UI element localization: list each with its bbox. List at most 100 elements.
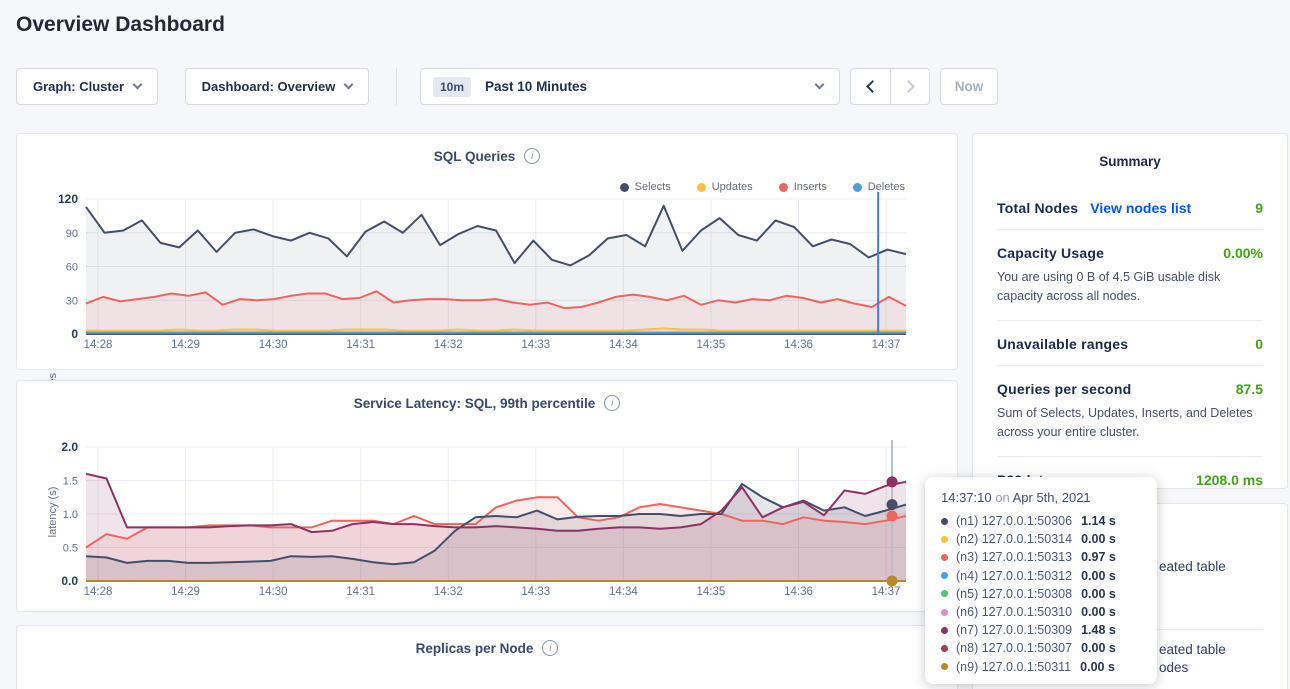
graph-selector-dropdown[interactable]: Graph: Cluster bbox=[16, 68, 158, 105]
svg-text:14:36: 14:36 bbox=[784, 586, 813, 598]
node-latency-value: 0.00 s bbox=[1081, 641, 1116, 655]
node-address: (n1) 127.0.0.1:50306 bbox=[956, 514, 1072, 528]
summary-row-total-nodes: Total Nodes View nodes list 9 bbox=[997, 185, 1263, 229]
svg-text:14:34: 14:34 bbox=[609, 339, 638, 351]
tooltip-node-row: (n7) 127.0.0.1:503091.48 s bbox=[941, 621, 1141, 639]
chevron-right-icon bbox=[902, 80, 915, 93]
summary-label: Total Nodes bbox=[997, 200, 1078, 216]
node-series-dot-icon bbox=[941, 590, 948, 597]
tooltip-node-row: (n8) 127.0.0.1:50307 0.00 s bbox=[941, 639, 1141, 657]
svg-text:2.0: 2.0 bbox=[61, 440, 78, 454]
dashboard-selector-dropdown[interactable]: Dashboard: Overview bbox=[185, 68, 369, 105]
replicas-per-node-card: Replicas per Node i bbox=[16, 625, 958, 689]
summary-row-capacity-usage: Capacity Usage 0.00% You are using 0 B o… bbox=[997, 229, 1263, 320]
svg-text:14:35: 14:35 bbox=[697, 586, 726, 598]
svg-text:14:33: 14:33 bbox=[521, 586, 550, 598]
summary-value: 87.5 bbox=[1236, 381, 1263, 397]
info-icon[interactable]: i bbox=[524, 148, 540, 164]
svg-text:14:37: 14:37 bbox=[872, 339, 901, 351]
tooltip-node-row: (n6) 127.0.0.1:503100.00 s bbox=[941, 603, 1141, 621]
service-latency-card: Service Latency: SQL, 99th percentile i … bbox=[16, 380, 958, 612]
node-series-dot-icon bbox=[941, 663, 948, 670]
summary-label: Queries per second bbox=[997, 381, 1131, 397]
tooltip-node-row: (n3) 127.0.0.1:50313 0.97 s bbox=[941, 548, 1141, 566]
node-series-dot-icon bbox=[941, 554, 948, 561]
node-address: (n4) 127.0.0.1:50312 bbox=[956, 569, 1072, 583]
svg-text:14:35: 14:35 bbox=[697, 339, 726, 351]
summary-row-unavailable-ranges: Unavailable ranges 0 bbox=[997, 320, 1263, 365]
node-latency-value: 0.00 s bbox=[1080, 660, 1115, 674]
node-series-dot-icon bbox=[941, 609, 948, 616]
sql-queries-chart[interactable]: 030609012014:2814:2914:3014:3114:3214:33… bbox=[25, 191, 945, 363]
sql-queries-card: SQL Queries i SelectsUpdatesInsertsDelet… bbox=[16, 133, 958, 370]
svg-text:90: 90 bbox=[66, 228, 78, 240]
dashboard-selector-label: Dashboard: Overview bbox=[202, 79, 336, 94]
svg-text:0.5: 0.5 bbox=[63, 543, 78, 555]
node-address: (n8) 127.0.0.1:50307 bbox=[956, 641, 1072, 655]
chevron-down-icon bbox=[133, 80, 143, 90]
chevron-down-icon bbox=[815, 80, 825, 90]
svg-text:1.0: 1.0 bbox=[63, 509, 78, 521]
info-icon[interactable]: i bbox=[604, 395, 620, 411]
svg-text:14:29: 14:29 bbox=[171, 339, 200, 351]
tooltip-node-row: (n5) 127.0.0.1:50308 0.00 s bbox=[941, 585, 1141, 603]
info-icon[interactable]: i bbox=[542, 640, 558, 656]
node-latency-value: 0.00 s bbox=[1081, 569, 1116, 583]
chevron-down-icon bbox=[344, 80, 354, 90]
svg-text:120: 120 bbox=[58, 192, 78, 206]
chart-title: Service Latency: SQL, 99th percentile bbox=[354, 396, 596, 411]
tooltip-node-row: (n9) 127.0.0.1:503110.00 s bbox=[941, 658, 1141, 676]
node-address: (n3) 127.0.0.1:50313 bbox=[956, 550, 1072, 564]
tooltip-timestamp: 14:37:10 on Apr 5th, 2021 bbox=[941, 490, 1141, 505]
svg-text:14:28: 14:28 bbox=[84, 339, 113, 351]
summary-value: 0 bbox=[1255, 336, 1263, 352]
node-series-dot-icon bbox=[941, 627, 948, 634]
chart-hover-tooltip: 14:37:10 on Apr 5th, 2021 (n1) 127.0.0.1… bbox=[925, 477, 1157, 684]
summary-value: 0.00% bbox=[1223, 245, 1263, 261]
time-prev-button[interactable] bbox=[851, 69, 890, 104]
chevron-left-icon bbox=[866, 80, 879, 93]
toolbar-divider bbox=[396, 68, 397, 105]
node-latency-value: 0.00 s bbox=[1081, 532, 1116, 546]
now-button[interactable]: Now bbox=[940, 68, 998, 105]
svg-text:14:32: 14:32 bbox=[434, 586, 463, 598]
summary-row-queries-per-second: Queries per second 87.5 Sum of Selects, … bbox=[997, 365, 1263, 456]
tooltip-node-row: (n1) 127.0.0.1:503061.14 s bbox=[941, 512, 1141, 530]
svg-text:14:36: 14:36 bbox=[784, 339, 813, 351]
view-nodes-list-link[interactable]: View nodes list bbox=[1090, 200, 1191, 216]
svg-text:0.0: 0.0 bbox=[61, 574, 78, 588]
svg-text:14:31: 14:31 bbox=[346, 339, 375, 351]
node-latency-value: 1.48 s bbox=[1081, 623, 1116, 637]
svg-text:14:30: 14:30 bbox=[259, 586, 288, 598]
service-latency-chart[interactable]: 0.00.51.01.52.014:2814:2914:3014:3114:32… bbox=[25, 433, 945, 608]
node-latency-value: 0.00 s bbox=[1081, 605, 1116, 619]
svg-text:60: 60 bbox=[66, 262, 78, 274]
svg-text:1.5: 1.5 bbox=[63, 476, 78, 488]
svg-text:30: 30 bbox=[66, 295, 78, 307]
time-next-button[interactable] bbox=[890, 69, 929, 104]
svg-text:14:33: 14:33 bbox=[521, 339, 550, 351]
chart-title: SQL Queries bbox=[434, 149, 516, 164]
graph-selector-label: Graph: Cluster bbox=[33, 79, 124, 94]
summary-value: 9 bbox=[1255, 200, 1263, 216]
summary-description: You are using 0 B of 4.5 GiB usable disk… bbox=[997, 268, 1263, 307]
node-series-dot-icon bbox=[941, 518, 948, 525]
svg-text:14:31: 14:31 bbox=[346, 586, 375, 598]
time-range-dropdown[interactable]: 10m Past 10 Minutes bbox=[420, 68, 840, 105]
node-latency-value: 0.97 s bbox=[1081, 550, 1116, 564]
summary-label: Capacity Usage bbox=[997, 245, 1104, 261]
node-series-dot-icon bbox=[941, 572, 948, 579]
time-step-buttons bbox=[850, 68, 930, 105]
summary-value: 1208.0 ms bbox=[1196, 472, 1263, 488]
chart-title: Replicas per Node bbox=[416, 641, 534, 656]
node-series-dot-icon bbox=[941, 645, 948, 652]
summary-title: Summary bbox=[973, 134, 1287, 169]
tooltip-node-row: (n2) 127.0.0.1:503140.00 s bbox=[941, 530, 1141, 548]
tooltip-node-row: (n4) 127.0.0.1:50312 0.00 s bbox=[941, 567, 1141, 585]
summary-label: Unavailable ranges bbox=[997, 336, 1128, 352]
node-address: (n5) 127.0.0.1:50308 bbox=[956, 587, 1072, 601]
time-range-badge: 10m bbox=[433, 77, 471, 97]
svg-text:0: 0 bbox=[71, 327, 78, 341]
node-latency-value: 0.00 s bbox=[1081, 587, 1116, 601]
event-text-fragment: odes bbox=[1159, 660, 1188, 675]
